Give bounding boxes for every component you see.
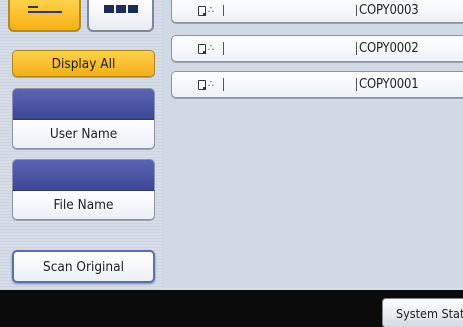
- list-item[interactable]: ∴ COPY0001: [171, 71, 463, 98]
- list-view-icon: [27, 6, 62, 16]
- file-name: COPY0001: [359, 77, 419, 92]
- file-name: COPY0002: [359, 41, 419, 56]
- thumbnail-view-icon: [103, 5, 138, 13]
- user-name-button[interactable]: User Name: [13, 120, 154, 148]
- document-icon: [198, 79, 206, 90]
- file-name-button[interactable]: File Name: [13, 191, 154, 219]
- row-icons: ∴: [198, 36, 214, 61]
- scan-original-label: Scan Original: [43, 258, 124, 275]
- file-name: COPY0003: [359, 3, 419, 18]
- column-divider: [356, 5, 357, 16]
- list-item[interactable]: ∴ COPY0003: [171, 0, 463, 23]
- scan-original-button[interactable]: Scan Original: [12, 250, 155, 283]
- column-divider: [223, 5, 224, 16]
- users-icon: ∴: [208, 78, 214, 90]
- list-item[interactable]: ∴ COPY0002: [171, 35, 463, 62]
- system-status-label: System Status: [396, 305, 463, 321]
- row-icons: ∴: [198, 0, 214, 22]
- file-name-filter: File Name: [12, 159, 155, 220]
- display-all-button[interactable]: Display All: [12, 50, 155, 77]
- thumbnail-view-button[interactable]: [87, 0, 154, 32]
- column-divider: [223, 42, 224, 55]
- list-view-button[interactable]: [8, 0, 81, 32]
- display-all-label: Display All: [51, 55, 116, 72]
- user-name-filter: User Name: [12, 88, 155, 149]
- document-icon: [198, 43, 206, 54]
- system-status-button[interactable]: System Status: [382, 298, 463, 327]
- file-name-label: File Name: [53, 197, 114, 213]
- user-name-field[interactable]: [13, 89, 154, 120]
- column-divider: [356, 78, 357, 91]
- user-name-label: User Name: [49, 126, 118, 142]
- row-icons: ∴: [198, 72, 214, 97]
- file-list: ∴ COPY0003 ∴ COPY0002 ∴ COPY0001: [163, 0, 463, 290]
- file-name-field[interactable]: [13, 160, 154, 191]
- column-divider: [356, 42, 357, 55]
- column-divider: [223, 78, 224, 91]
- users-icon: ∴: [208, 42, 214, 54]
- bottom-bar: System Status: [0, 290, 463, 327]
- document-icon: [198, 5, 206, 16]
- users-icon: ∴: [208, 4, 214, 16]
- left-panel: Display All User Name File Name Scan Ori…: [0, 0, 162, 290]
